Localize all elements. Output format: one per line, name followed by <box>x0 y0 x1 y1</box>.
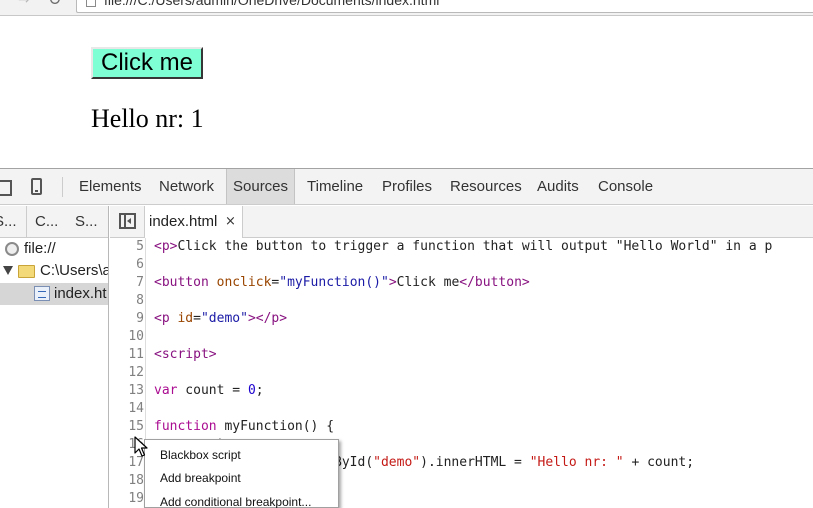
expand-arrow-icon[interactable] <box>3 266 13 275</box>
tab-resources[interactable]: Resources <box>450 169 522 204</box>
code-line[interactable]: 13 var count = 0; <box>110 382 813 400</box>
line-number[interactable]: 8 <box>110 292 144 310</box>
navigator-tabs: S... C... S... <box>0 206 108 238</box>
tab-elements[interactable]: Elements <box>79 169 142 204</box>
code-line[interactable]: 15 function myFunction() { <box>110 418 813 436</box>
code-line[interactable]: 5 <p>Click the button to trigger a functi… <box>110 238 813 256</box>
devtools-panel: Elements Network Sources Timeline Profil… <box>0 168 813 508</box>
code-text: <p>Click the button to trigger a functio… <box>154 239 773 254</box>
code-text: <button onclick="myFunction()">Click me<… <box>154 275 530 290</box>
menu-item-blackbox-script[interactable]: Blackbox script <box>160 444 241 466</box>
browser-toolbar: → ↻ file:///C:/Users/admin/OneDrive/Docu… <box>0 0 813 16</box>
file-tab-label: index.html <box>149 213 218 230</box>
code-line[interactable]: 9 <p id="demo"></p> <box>110 310 813 328</box>
navigator-tab-sources-label: S... <box>0 213 17 230</box>
code-text: <script> <box>154 347 217 362</box>
line-number[interactable]: 12 <box>110 364 144 382</box>
toolbar-divider <box>62 177 63 197</box>
tree-item-file-origin[interactable]: file:// <box>0 238 108 260</box>
tree-item-label: C:\Users\a <box>40 262 108 279</box>
tab-timeline[interactable]: Timeline <box>307 169 363 204</box>
tab-sources[interactable]: Sources <box>226 169 296 204</box>
code-line[interactable]: 11 <script> <box>110 346 813 364</box>
url-text[interactable]: file:///C:/Users/admin/OneDrive/Document… <box>104 0 439 8</box>
line-number[interactable]: 7 <box>110 274 144 292</box>
line-number[interactable]: 9 <box>110 310 144 328</box>
mouse-pointer-icon <box>134 436 148 457</box>
tab-console[interactable]: Console <box>598 169 653 204</box>
line-number[interactable]: 14 <box>110 400 144 418</box>
tab-network[interactable]: Network <box>159 169 214 204</box>
device-mode-icon[interactable] <box>31 178 42 195</box>
gutter-context-menu: Blackbox script Add breakpoint Add condi… <box>144 439 339 508</box>
line-number[interactable]: 10 <box>110 328 144 346</box>
tree-item-label: index.ht <box>54 285 107 302</box>
devtools-toolbar: Elements Network Sources Timeline Profil… <box>0 169 813 205</box>
line-number[interactable]: 15 <box>110 418 144 436</box>
code-line[interactable]: 6 <box>110 256 813 274</box>
code-line[interactable]: 10 <box>110 328 813 346</box>
tree-item-index-file[interactable]: index.ht <box>0 283 108 305</box>
line-number[interactable]: 19 <box>110 490 144 508</box>
code-text: function myFunction() { <box>154 419 335 434</box>
menu-item-add-conditional-breakpoint[interactable]: Add conditional breakpoint... <box>160 491 311 508</box>
inspect-element-icon[interactable] <box>0 178 14 196</box>
address-bar[interactable]: file:///C:/Users/admin/OneDrive/Document… <box>76 0 813 13</box>
code-line[interactable]: 7 <button onclick="myFunction()">Click me… <box>110 274 813 292</box>
sources-navigator: S... C... S... file:// C:\Users\a index.… <box>0 206 109 508</box>
tab-audits[interactable]: Audits <box>537 169 579 204</box>
html-file-icon <box>34 286 50 301</box>
folder-icon <box>18 265 35 278</box>
line-number[interactable]: 13 <box>110 382 144 400</box>
code-text: <p id="demo"></p> <box>154 311 288 326</box>
navigator-tab-sources[interactable]: S... <box>0 206 27 237</box>
forward-icon[interactable]: → <box>18 0 30 8</box>
tab-profiles[interactable]: Profiles <box>382 169 432 204</box>
code-line[interactable]: 12 <box>110 364 813 382</box>
click-me-button[interactable]: Click me <box>91 47 203 79</box>
menu-item-add-breakpoint[interactable]: Add breakpoint <box>160 467 241 489</box>
line-number[interactable]: 11 <box>110 346 144 364</box>
tree-item-label: file:// <box>24 240 56 257</box>
demo-paragraph: Hello nr: 1 <box>91 104 204 133</box>
code-text: var count = 0; <box>154 383 264 398</box>
line-number[interactable]: 6 <box>110 256 144 274</box>
close-icon[interactable]: × <box>225 214 236 230</box>
line-number[interactable]: 18 <box>110 472 144 490</box>
globe-icon <box>5 242 19 256</box>
line-number[interactable]: 5 <box>110 238 144 256</box>
code-line[interactable]: 8 <box>110 292 813 310</box>
code-line[interactable]: 14 <box>110 400 813 418</box>
editor-tabs: index.html × <box>110 206 813 238</box>
toggle-navigator-icon[interactable] <box>119 213 136 229</box>
file-tab-index[interactable]: index.html × <box>145 206 243 238</box>
navigator-tab-snippets[interactable]: S... <box>75 206 98 237</box>
page-icon <box>86 0 96 7</box>
navigator-tab-content-scripts[interactable]: C... <box>35 206 58 237</box>
reload-icon[interactable]: ↻ <box>48 0 61 9</box>
tree-item-folder[interactable]: C:\Users\a <box>0 260 108 282</box>
